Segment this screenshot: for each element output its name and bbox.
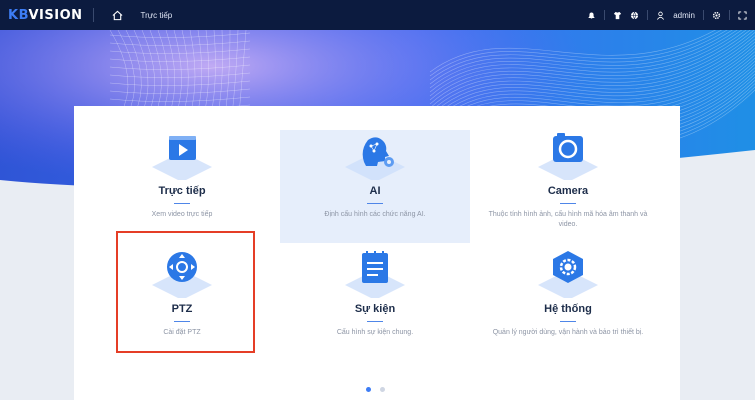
event-notepad-icon [345,251,405,298]
tile-description: Cấu hình sự kiện chung. [336,329,414,336]
nav-live-link[interactable]: Trực tiếp [141,11,173,20]
home-icon [112,10,122,20]
globe-icon[interactable] [630,11,639,20]
header-sep [647,10,649,20]
tile-underline [560,321,576,322]
monitor-play-icon [152,136,212,180]
settings-icon[interactable] [712,11,721,20]
header-sep [729,10,730,20]
ai-head-icon [345,137,405,180]
tile-underline [560,203,576,204]
carousel-pager [366,387,385,392]
tile-title: Sự kiện [354,303,396,315]
tile-title: Camera [547,185,589,197]
pager-dot-1[interactable] [366,387,371,392]
username-label[interactable]: admin [673,11,695,20]
tile-description: Quản lý người dùng, vận hành và bảo trì … [492,329,644,336]
tile-underline [367,321,383,322]
tile-camera[interactable]: Camera Thuộc tính hình ảnh, cấu hình mã … [473,130,663,243]
highlight-box [116,231,255,353]
tile-ai[interactable]: AI Định cấu hình các chức năng AI. [280,130,470,243]
tile-system[interactable]: Hệ thống Quản lý người dùng, vận hành và… [473,248,663,361]
tile-underline [174,203,190,204]
tile-live[interactable]: Trực tiếp Xem video trực tiếp [87,130,277,243]
tile-description: Thuộc tính hình ảnh, cấu hình mã hóa âm … [488,211,648,228]
tile-title: Hệ thống [544,303,592,315]
home-button[interactable] [112,10,123,21]
tile-description: Định cấu hình các chức năng AI. [324,211,426,218]
header-sep [604,10,606,20]
fullscreen-icon[interactable] [738,10,747,20]
camera-icon [538,133,598,180]
tile-underline [367,203,383,204]
shirt-icon[interactable] [613,11,622,20]
header-sep [703,10,704,20]
tile-title: AI [369,185,381,197]
kbvision-logo[interactable]: KBVISION [8,8,83,23]
pager-dot-2[interactable] [380,387,385,392]
system-gear-icon [538,251,598,298]
top-bar: KBVISION Trực tiếp admin [0,0,755,30]
bell-icon[interactable] [587,11,596,20]
tile-title: Trực tiếp [158,185,206,197]
tile-event[interactable]: Sự kiện Cấu hình sự kiện chung. [280,248,470,361]
tile-description: Xem video trực tiếp [151,211,213,218]
user-icon[interactable] [656,11,665,20]
header-divider [92,8,94,22]
